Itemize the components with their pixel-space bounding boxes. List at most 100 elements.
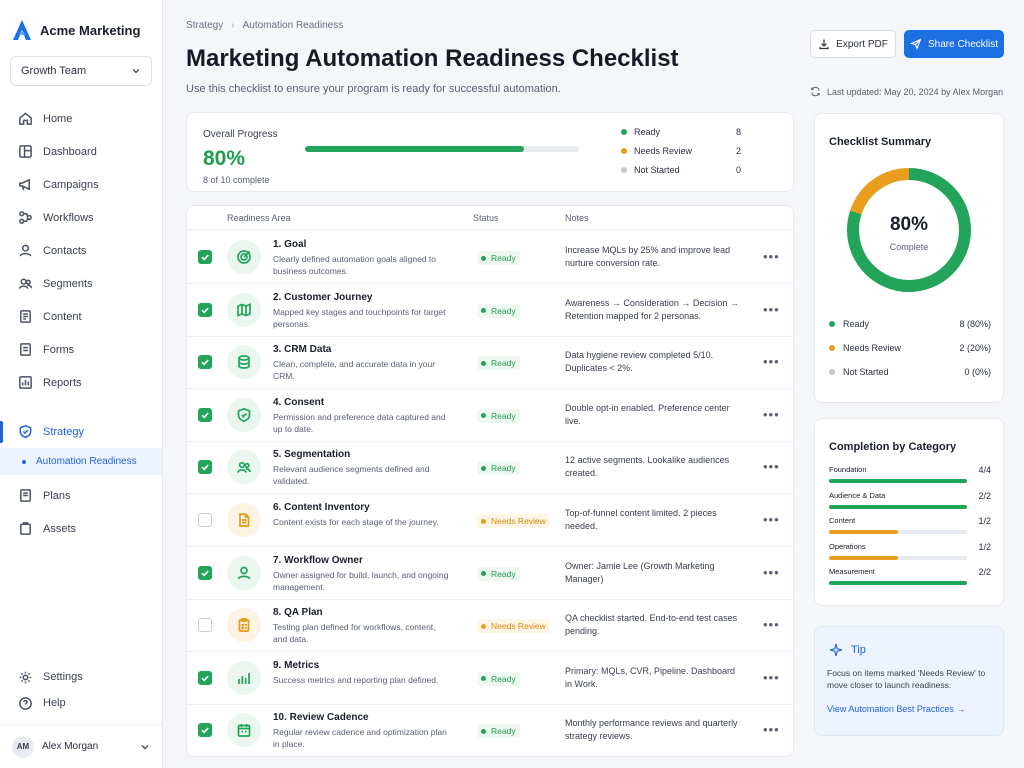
refresh-icon [811, 86, 820, 97]
breadcrumb-parent[interactable]: Strategy [186, 20, 223, 31]
category-row: Operations 1/2 [829, 542, 991, 560]
status-dot [481, 676, 486, 682]
row-icon-badge [227, 292, 261, 327]
breadcrumb-separator: › [231, 20, 235, 31]
status-badge: Needs Review [477, 514, 550, 528]
table-row[interactable]: 9. Metrics Success metrics and reporting … [187, 652, 793, 705]
overall-progress-count: 8 of 10 complete [203, 175, 270, 185]
legend-needs-review: Needs Review 2 [621, 146, 741, 156]
more-options-icon[interactable]: ••• [763, 407, 780, 422]
row-icon-badge [227, 240, 261, 274]
status-dot [481, 728, 486, 734]
sidebar-item-label: Content [43, 310, 82, 323]
sidebar-item-content[interactable]: Content [0, 300, 162, 333]
sidebar-item-label: Forms [43, 343, 75, 356]
sidebar-item-label: Plans [43, 489, 71, 502]
database-icon [238, 355, 250, 370]
not-started-dot [621, 167, 627, 173]
sidebar-item-label: Dashboard [43, 145, 97, 158]
row-checkbox[interactable] [198, 407, 212, 422]
table-row[interactable]: 3. CRM Data Clean, complete, and accurate… [187, 336, 793, 390]
overall-progress-value: 80% [203, 147, 246, 170]
status-label: Needs Review [491, 621, 546, 632]
forms-icon [20, 343, 31, 356]
row-checkbox[interactable] [198, 460, 212, 475]
status-badge: Ready [477, 408, 520, 423]
more-options-icon[interactable]: ••• [763, 722, 780, 737]
team-select[interactable]: Growth Team [10, 56, 152, 86]
sidebar-item-segments[interactable]: Segments [0, 267, 162, 300]
sidebar-item-contacts[interactable]: Contacts [0, 234, 162, 267]
sidebar-item-plans[interactable]: Plans [0, 479, 162, 512]
page-subtitle: Use this checklist to ensure your progra… [186, 83, 561, 95]
tip-text: Focus on items marked 'Needs Review' to … [827, 668, 986, 690]
megaphone-icon [19, 178, 30, 191]
sidebar-subitem-automation-readiness[interactable]: Automation Readiness [0, 448, 162, 475]
more-options-icon[interactable]: ••• [763, 249, 780, 264]
sidebar-item-dashboard[interactable]: Dashboard [0, 135, 162, 168]
sidebar-item-forms[interactable]: Forms [0, 333, 162, 366]
table-row[interactable]: 6. Content Inventory Content exists for e… [187, 494, 793, 547]
more-options-icon[interactable]: ••• [763, 617, 780, 632]
row-notes: 12 active segments. Lookalike audiences … [565, 455, 730, 479]
row-title: 1. Goal [273, 239, 307, 250]
row-checkbox[interactable] [198, 618, 212, 633]
status-dot [481, 413, 486, 419]
row-checkbox[interactable] [198, 565, 212, 580]
table-row[interactable]: 7. Workflow Owner Owner assigned for buil… [187, 547, 793, 600]
row-checkbox[interactable] [198, 302, 212, 317]
more-options-icon[interactable]: ••• [763, 302, 780, 317]
table-header: Readiness Area Status Notes [187, 206, 793, 230]
brand[interactable]: Acme Marketing [0, 0, 162, 44]
checkmark-icon [201, 570, 209, 577]
more-options-icon[interactable]: ••• [763, 565, 780, 580]
row-checkbox[interactable] [198, 723, 212, 738]
category-value: 2/2 [978, 490, 991, 501]
row-checkbox[interactable] [198, 670, 212, 685]
calendar-icon [237, 724, 251, 738]
sidebar-item-workflows[interactable]: Workflows [0, 201, 162, 234]
share-checklist-button[interactable]: Share Checklist [904, 30, 1004, 58]
sidebar-nav: Home Dashboard Campaigns Workflows Conta… [0, 102, 162, 545]
table-row[interactable]: 2. Customer Journey Mapped key stages and… [187, 284, 793, 337]
more-options-icon[interactable]: ••• [763, 459, 780, 474]
user-icon [237, 566, 251, 579]
table-row[interactable]: 5. Segmentation Relevant audience segment… [187, 441, 793, 495]
row-checkbox[interactable] [198, 355, 212, 370]
best-practices-link[interactable]: View Automation Best Practices → [827, 704, 965, 714]
status-label: Ready [491, 568, 516, 579]
row-checkbox[interactable] [198, 513, 212, 527]
row-description: Content exists for each stage of the jou… [273, 517, 439, 527]
more-options-icon[interactable]: ••• [763, 354, 780, 369]
sidebar-item-strategy[interactable]: Strategy [0, 415, 162, 448]
sidebar-item-reports[interactable]: Reports [0, 366, 162, 399]
more-options-icon[interactable]: ••• [763, 670, 780, 685]
legend-not-started: Not Started 0 [621, 165, 741, 175]
user-menu[interactable]: AM Alex Morgan [0, 724, 162, 768]
sidebar-item-home[interactable]: Home [0, 102, 162, 135]
row-title: 2. Customer Journey [273, 291, 373, 303]
category-row: Content 1/2 [829, 516, 991, 534]
checkmark-icon [201, 675, 209, 682]
table-row[interactable]: 8. QA Plan Testing plan defined for workf… [187, 599, 793, 653]
workflow-icon [19, 211, 32, 224]
status-label: Ready [491, 305, 516, 316]
row-notes: QA checklist started. End-to-end test ca… [565, 613, 738, 637]
export-pdf-button[interactable]: Export PDF [810, 30, 896, 58]
status-label: Ready [491, 410, 516, 421]
category-progress-fill [829, 530, 898, 534]
sidebar-item-campaigns[interactable]: Campaigns [0, 168, 162, 201]
completion-by-category-title: Completion by Category [829, 441, 957, 453]
sparkle-icon [829, 643, 843, 657]
clipboard-icon [238, 618, 250, 633]
sidebar-item-settings[interactable]: Settings [0, 664, 162, 690]
row-checkbox[interactable] [198, 250, 212, 264]
table-row[interactable]: 1. Goal Clearly defined automation goals … [187, 231, 793, 284]
row-description: Regular review cadence and optimization … [273, 727, 447, 750]
sidebar-item-assets[interactable]: Assets [0, 512, 162, 545]
sidebar-item-help[interactable]: Help [0, 690, 162, 716]
more-options-icon[interactable]: ••• [763, 512, 780, 527]
summary-value: 2 (20%) [959, 343, 991, 353]
table-row[interactable]: 4. Consent Permission and preference data… [187, 389, 793, 442]
table-row[interactable]: 10. Review Cadence Regular review cadence… [187, 704, 793, 757]
